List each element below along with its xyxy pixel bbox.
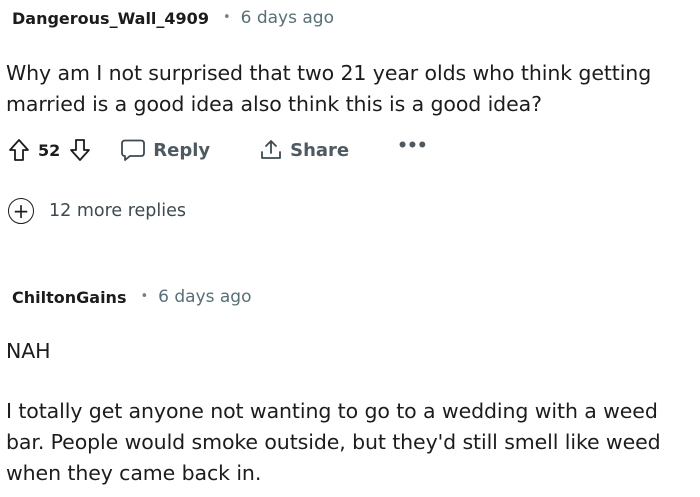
comment-body: Why am I not surprised that two 21 year … (6, 61, 652, 116)
reply-button[interactable]: Reply (120, 138, 210, 162)
author-username[interactable]: ChiltonGains (12, 288, 126, 307)
comment-timestamp[interactable]: 6 days ago (158, 287, 251, 307)
vote-count: 52 (38, 140, 61, 160)
share-button[interactable]: Share (259, 138, 349, 162)
plus-circle-icon: + (8, 198, 34, 224)
share-label: Share (290, 139, 350, 161)
more-options-button[interactable]: ••• (397, 136, 428, 160)
more-replies-button[interactable]: + 12 more replies (8, 198, 186, 224)
comment-body-paragraph: I totally get anyone not wanting to go t… (6, 399, 661, 485)
reply-label: Reply (153, 139, 211, 161)
comment-meta: Dangerous_Wall_4909 • 6 days ago (12, 8, 334, 28)
upvote-button[interactable] (8, 138, 30, 162)
more-dots-icon: ••• (397, 136, 428, 156)
meta-separator: • (222, 9, 231, 25)
meta-separator: • (140, 288, 149, 304)
arrow-up-outline-icon (9, 139, 29, 161)
comment-action-bar: 52 Reply Share ••• (8, 135, 428, 165)
arrow-down-outline-icon (70, 139, 91, 161)
comment-meta: ChiltonGains • 6 days ago (12, 287, 252, 307)
share-upload-icon (261, 140, 282, 159)
comment-body-paragraph: NAH (6, 339, 51, 363)
comment-timestamp[interactable]: 6 days ago (241, 8, 334, 28)
speech-bubble-icon (121, 139, 146, 161)
downvote-button[interactable] (69, 138, 91, 162)
author-username[interactable]: Dangerous_Wall_4909 (12, 9, 209, 28)
more-replies-label: 12 more replies (49, 201, 187, 221)
